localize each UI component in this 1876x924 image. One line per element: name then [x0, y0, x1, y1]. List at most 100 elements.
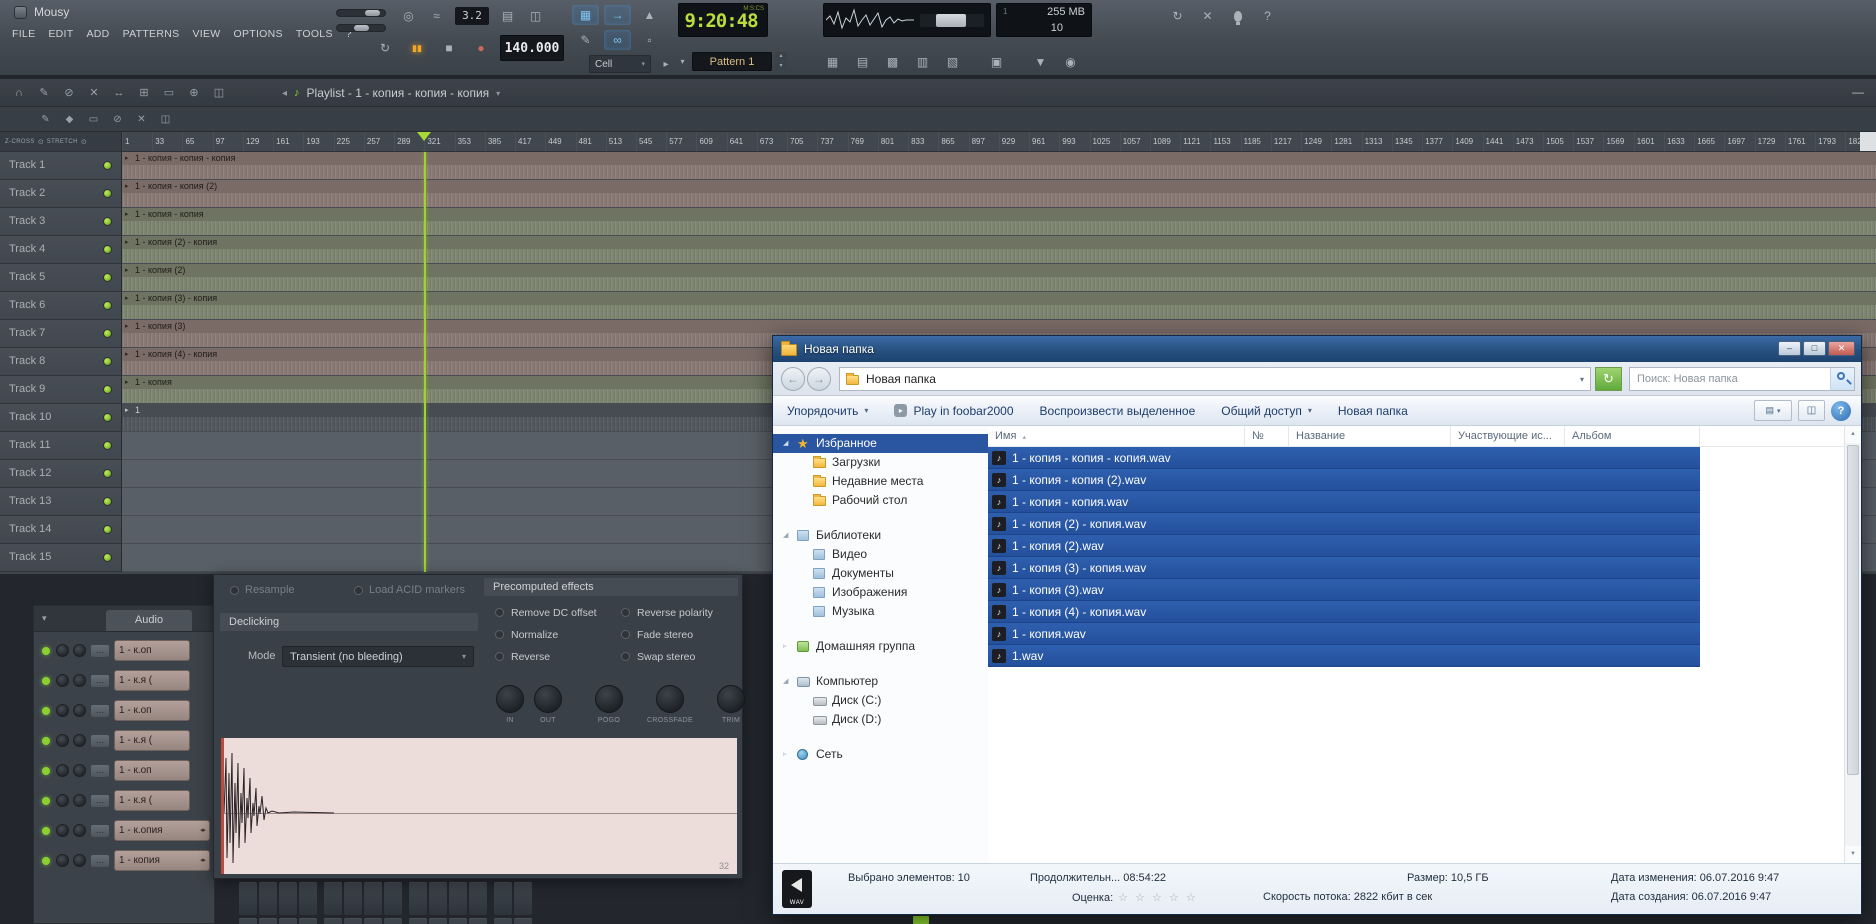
track-led[interactable]	[103, 385, 112, 394]
explorer-help-icon[interactable]: ?	[1831, 401, 1851, 421]
search-button[interactable]	[1830, 368, 1854, 390]
rack-menu-icon[interactable]: ▾	[42, 613, 47, 624]
channel-button[interactable]: ◂▸1 - копия	[114, 850, 210, 871]
organize-button[interactable]: Упорядочить▾	[787, 404, 868, 418]
address-dropdown-icon[interactable]: ▾	[1580, 375, 1584, 384]
crossfade-knob[interactable]	[656, 685, 684, 713]
sidebar-item[interactable]: Документы	[773, 564, 988, 583]
pause-button[interactable]: ▮▮	[404, 36, 430, 60]
wave-tool-icon[interactable]: ≈	[424, 6, 449, 25]
change-view-button[interactable]: ▤▾	[1754, 400, 1792, 421]
step-cell[interactable]	[409, 918, 427, 924]
menu-file[interactable]: FILE	[12, 28, 35, 40]
pattern-up-icon[interactable]: ▴	[775, 52, 787, 61]
out-knob[interactable]	[534, 685, 562, 713]
select-tool-icon[interactable]: ▭	[84, 110, 103, 128]
channel-enable-led[interactable]	[42, 827, 50, 835]
track-led[interactable]	[103, 525, 112, 534]
menu-add[interactable]: ADD	[87, 28, 110, 40]
channel-button[interactable]: ◂▸1 - к.я (	[114, 730, 190, 751]
step-cell[interactable]	[364, 882, 382, 915]
expander-icon[interactable]: ◢	[783, 672, 788, 691]
step-cell[interactable]	[449, 882, 467, 915]
microphone-icon[interactable]	[1226, 6, 1249, 26]
column-header[interactable]: Участвующие ис...	[1451, 426, 1565, 447]
pencil-icon[interactable]: ✎	[572, 30, 599, 50]
channel-target-display[interactable]: …	[91, 735, 109, 747]
menu-view[interactable]: VIEW	[192, 28, 220, 40]
track-name-cell[interactable]: Track 11	[0, 432, 122, 460]
track-name-cell[interactable]: Track 8	[0, 348, 122, 376]
channel-volume-knob[interactable]	[73, 734, 86, 747]
sidebar-item[interactable]: Недавние места	[773, 472, 988, 491]
clip-play-icon[interactable]: ▸	[125, 404, 129, 417]
toolbar-slider-thumb[interactable]	[936, 14, 966, 27]
browser-window-icon[interactable]: ▧	[940, 52, 965, 71]
file-row[interactable]: ♪ 1 - копия - копия.wav	[988, 491, 1700, 513]
preview-pane-button[interactable]: ◫	[1798, 400, 1825, 421]
pogo-knob[interactable]	[595, 685, 623, 713]
track-led[interactable]	[103, 497, 112, 506]
track-name-cell[interactable]: Track 13	[0, 488, 122, 516]
channel-enable-led[interactable]	[42, 647, 50, 655]
status-rating[interactable]: Оценка:☆ ☆ ☆ ☆ ☆	[1072, 891, 1198, 904]
channel-volume-knob[interactable]	[73, 764, 86, 777]
channel-pan-knob[interactable]	[56, 644, 69, 657]
column-header[interactable]: Имя	[988, 426, 1245, 447]
sample-waveform-view[interactable]: 32	[221, 738, 737, 874]
sidebar-item[interactable]: Изображения	[773, 583, 988, 602]
channel-volume-knob[interactable]	[73, 674, 86, 687]
effect-toggle[interactable]: Reverse polarity	[621, 606, 713, 619]
tempo-display[interactable]: 140.000	[500, 35, 564, 61]
playlist-ruler[interactable]: Z-CROSS ⊙ STRETCH ⊙ 13365971291611932252…	[0, 132, 1876, 152]
metronome-icon[interactable]: ▲	[636, 5, 663, 25]
audio-clip[interactable]: ▸1 - копия - копия - копия	[122, 152, 1876, 178]
draw-tool-icon[interactable]: ✎	[36, 110, 55, 128]
step-cell[interactable]	[429, 918, 447, 924]
zoom-icon[interactable]: ⊕	[185, 83, 203, 102]
pattern-dropdown-icon[interactable]: ▾	[676, 53, 689, 71]
channel-pan-knob[interactable]	[56, 764, 69, 777]
channel-pan-knob[interactable]	[56, 794, 69, 807]
sync-icon[interactable]: ↻	[1166, 6, 1189, 26]
step-edit-icon[interactable]: ◫	[523, 6, 548, 25]
track-name-cell[interactable]: Track 2	[0, 180, 122, 208]
zoom-grid-icon[interactable]: ⊞	[135, 83, 153, 102]
channel-enable-led[interactable]	[42, 857, 50, 865]
channel-enable-led[interactable]	[42, 767, 50, 775]
time-display[interactable]: 9:20:48 M:S:CS	[678, 3, 768, 37]
track-name-cell[interactable]: Track 4	[0, 236, 122, 264]
maximize-button[interactable]: □	[1803, 341, 1826, 356]
track-led[interactable]	[103, 189, 112, 198]
search-box[interactable]: Поиск: Новая папка	[1629, 367, 1855, 391]
sidebar-item-libraries[interactable]: ◢ Библиотеки	[773, 526, 988, 545]
track-name-cell[interactable]: Track 15	[0, 544, 122, 572]
track-lane[interactable]: ▸1 - копия - копия (2)	[122, 180, 1876, 208]
clip-play-icon[interactable]: ▸	[125, 208, 129, 221]
channel-target-display[interactable]: …	[91, 675, 109, 687]
effect-toggle[interactable]: Remove DC offset	[495, 606, 597, 619]
channel-rack-window-icon[interactable]: ▩	[880, 52, 905, 71]
step-cell[interactable]	[494, 918, 512, 924]
pattern-down-icon[interactable]: ▾	[775, 62, 787, 71]
track-lane[interactable]: ▸1 - копия (2) - копия	[122, 236, 1876, 264]
ruler-scrollbar-end[interactable]	[1860, 132, 1876, 151]
track-led[interactable]	[103, 245, 112, 254]
menu-tools[interactable]: TOOLS	[296, 28, 333, 40]
column-header[interactable]: Альбом	[1565, 426, 1700, 447]
file-row[interactable]: ♪ 1 - копия (2) - копия.wav	[988, 513, 1700, 535]
rating-stars-icon[interactable]: ☆ ☆ ☆ ☆ ☆	[1118, 892, 1198, 904]
step-cell[interactable]	[239, 918, 257, 924]
step-cell[interactable]	[324, 918, 342, 924]
refresh-button[interactable]: ↻	[1595, 367, 1622, 391]
share-button[interactable]: Общий доступ▾	[1221, 404, 1312, 418]
channel-target-display[interactable]: …	[91, 645, 109, 657]
sidebar-item-favorites[interactable]: ◢ ★ Избранное	[773, 434, 988, 453]
track-name-cell[interactable]: Track 5	[0, 264, 122, 292]
expander-icon[interactable]: ◢	[783, 526, 788, 545]
cell-play-icon[interactable]: ▸	[657, 55, 675, 73]
track-led[interactable]	[103, 441, 112, 450]
step-cell[interactable]	[384, 918, 402, 924]
minimize-button[interactable]: –	[1778, 341, 1801, 356]
step-cell[interactable]	[279, 918, 297, 924]
